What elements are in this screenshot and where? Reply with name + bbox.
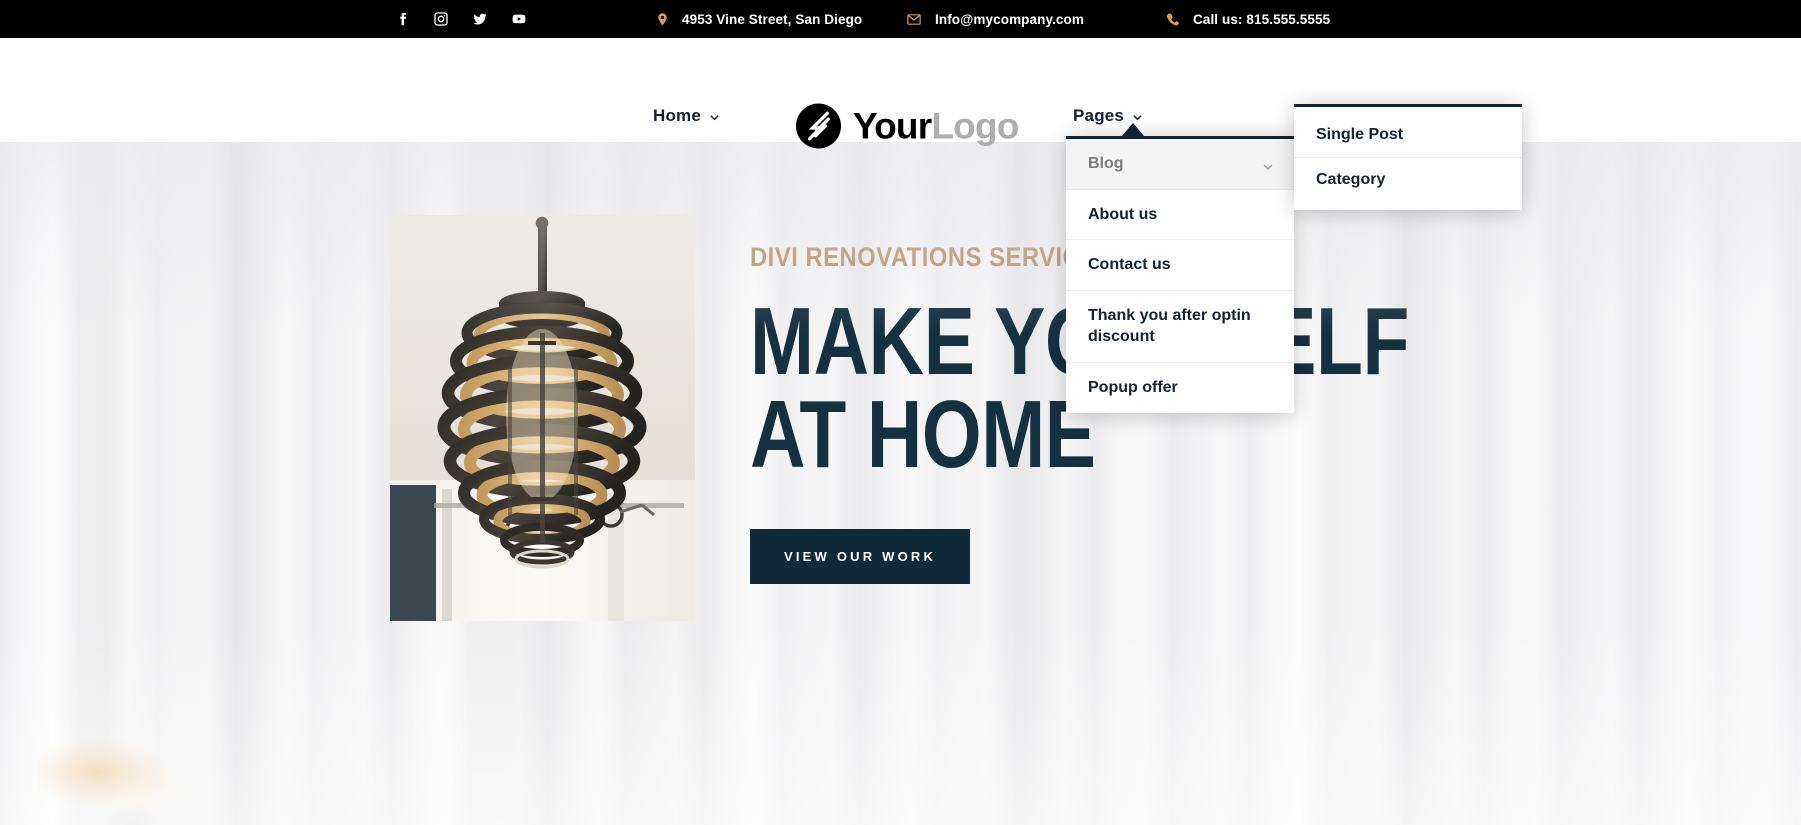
hero-chandelier-image bbox=[390, 215, 695, 621]
dropdown-item-contact-us-label: Contact us bbox=[1088, 256, 1171, 274]
twitter-icon[interactable] bbox=[472, 11, 488, 28]
phone-icon bbox=[1165, 11, 1181, 28]
dropdown-item-popup-offer[interactable]: Popup offer bbox=[1066, 363, 1294, 413]
email-info[interactable]: Info@mycompany.com bbox=[905, 0, 1084, 38]
submenu-item-single-post[interactable]: Single Post bbox=[1294, 113, 1522, 158]
dropdown-item-about-us[interactable]: About us bbox=[1066, 190, 1294, 241]
dropdown-item-thank-you-label: Thank you after optin discount bbox=[1088, 306, 1251, 346]
envelope-icon bbox=[905, 12, 923, 27]
pages-dropdown-menu: Blog About us Contact us Thank you after… bbox=[1066, 123, 1294, 413]
instagram-icon[interactable] bbox=[433, 11, 449, 28]
phone-text: Call us: 815.555.5555 bbox=[1193, 11, 1331, 27]
dropdown-item-contact-us[interactable]: Contact us bbox=[1066, 240, 1294, 291]
submenu-item-category-label: Category bbox=[1316, 171, 1386, 188]
logo-text-light: Logo bbox=[931, 105, 1019, 147]
blog-submenu: Single Post Category bbox=[1294, 104, 1522, 210]
flower-decoration bbox=[38, 715, 228, 825]
view-our-work-button[interactable]: VIEW OUR WORK bbox=[750, 529, 971, 585]
chevron-down-icon bbox=[1132, 112, 1143, 123]
dropdown-item-blog-label: Blog bbox=[1088, 155, 1124, 172]
logo-wordmark: YourLogo bbox=[853, 108, 1019, 145]
dropdown-item-popup-offer-label: Popup offer bbox=[1088, 378, 1178, 396]
facebook-icon[interactable] bbox=[394, 11, 410, 28]
top-utility-bar: 4953 Vine Street, San Diego Info@mycompa… bbox=[0, 0, 1801, 38]
submenu-item-category[interactable]: Category bbox=[1294, 158, 1522, 202]
location-pin-icon bbox=[655, 10, 670, 29]
site-logo[interactable]: YourLogo bbox=[795, 103, 1019, 150]
address-info[interactable]: 4953 Vine Street, San Diego bbox=[655, 0, 862, 38]
site-header: Home YourLogo Pages bbox=[0, 38, 1801, 149]
address-text: 4953 Vine Street, San Diego bbox=[682, 11, 863, 27]
chevron-down-icon bbox=[709, 112, 720, 123]
nav-item-home[interactable]: Home bbox=[653, 106, 720, 126]
logo-text-dark: Your bbox=[853, 105, 932, 147]
social-links bbox=[394, 0, 527, 38]
nav-item-home-label: Home bbox=[653, 106, 702, 125]
dropdown-item-about-us-label: About us bbox=[1088, 205, 1158, 223]
chevron-down-icon bbox=[1262, 158, 1274, 170]
dropdown-item-thank-you-after-optin-discount[interactable]: Thank you after optin discount bbox=[1066, 291, 1294, 363]
phone-info[interactable]: Call us: 815.555.5555 bbox=[1165, 0, 1330, 38]
submenu-item-single-post-label: Single Post bbox=[1316, 126, 1404, 143]
nav-item-pages-label: Pages bbox=[1073, 106, 1125, 125]
email-text: Info@mycompany.com bbox=[935, 11, 1084, 27]
hero-section: DIVI RENOVATIONS SERVICE MAKE YOURSELF A… bbox=[0, 142, 1801, 825]
youtube-icon[interactable] bbox=[511, 11, 527, 28]
logo-mark-icon bbox=[795, 103, 842, 150]
dropdown-item-blog[interactable]: Blog bbox=[1066, 139, 1294, 190]
